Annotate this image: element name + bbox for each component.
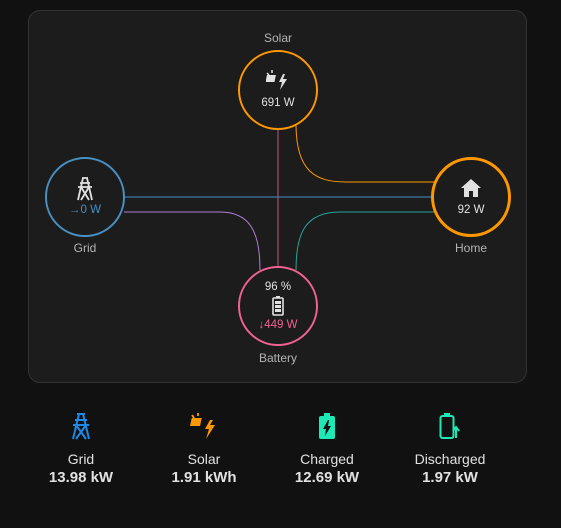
solar-power-icon — [190, 413, 215, 439]
stat-solar[interactable]: Solar 1.91 kWh — [144, 412, 264, 486]
battery-percent-value: 96 % — [264, 281, 292, 293]
stat-discharged[interactable]: Discharged 1.97 kW — [390, 412, 510, 486]
grid-node[interactable]: →0 W — [45, 157, 125, 237]
stat-discharged-name: Discharged — [414, 451, 486, 467]
stat-grid-amount: 13.98 kW — [48, 469, 114, 486]
transmission-tower-icon — [72, 413, 90, 440]
stat-charged-name: Charged — [300, 451, 354, 467]
stat-grid[interactable]: Grid 13.98 kW — [21, 412, 141, 486]
stat-charged[interactable]: Charged 12.69 kW — [267, 412, 387, 486]
stat-discharged-amount: 1.97 kW — [422, 469, 478, 486]
home-node[interactable]: 92 W — [431, 157, 511, 237]
home-power-value: 92 W — [457, 203, 485, 216]
grid-power-value: →0 W — [69, 204, 101, 216]
battery-power-value: ↓449 W — [258, 319, 298, 331]
solar-home-line — [295, 123, 434, 183]
home-icon — [461, 178, 481, 197]
battery-charging-icon — [319, 413, 335, 439]
grid-battery-line — [124, 211, 261, 271]
solar-power-icon — [266, 70, 287, 90]
battery-discharge-icon — [439, 413, 460, 439]
stat-grid-name: Grid — [67, 451, 95, 467]
solar-power-value: 691 W — [261, 97, 295, 109]
transmission-tower-icon — [77, 177, 93, 201]
solar-label: Solar — [263, 31, 292, 45]
battery-icon — [272, 296, 284, 316]
stat-solar-name: Solar — [187, 451, 221, 467]
battery-label: Battery — [258, 351, 297, 365]
stat-solar-amount: 1.91 kWh — [171, 469, 237, 486]
home-label: Home — [454, 241, 487, 255]
grid-label: Grid — [73, 241, 97, 255]
battery-home-line — [295, 211, 434, 271]
solar-node[interactable]: 691 W — [238, 50, 318, 130]
energy-stats: Grid 13.98 kW Solar 1.91 kWh Charged 12.… — [20, 412, 540, 492]
battery-node[interactable]: 96 % ↓449 W — [238, 266, 318, 346]
stat-charged-amount: 12.69 kW — [294, 469, 360, 486]
